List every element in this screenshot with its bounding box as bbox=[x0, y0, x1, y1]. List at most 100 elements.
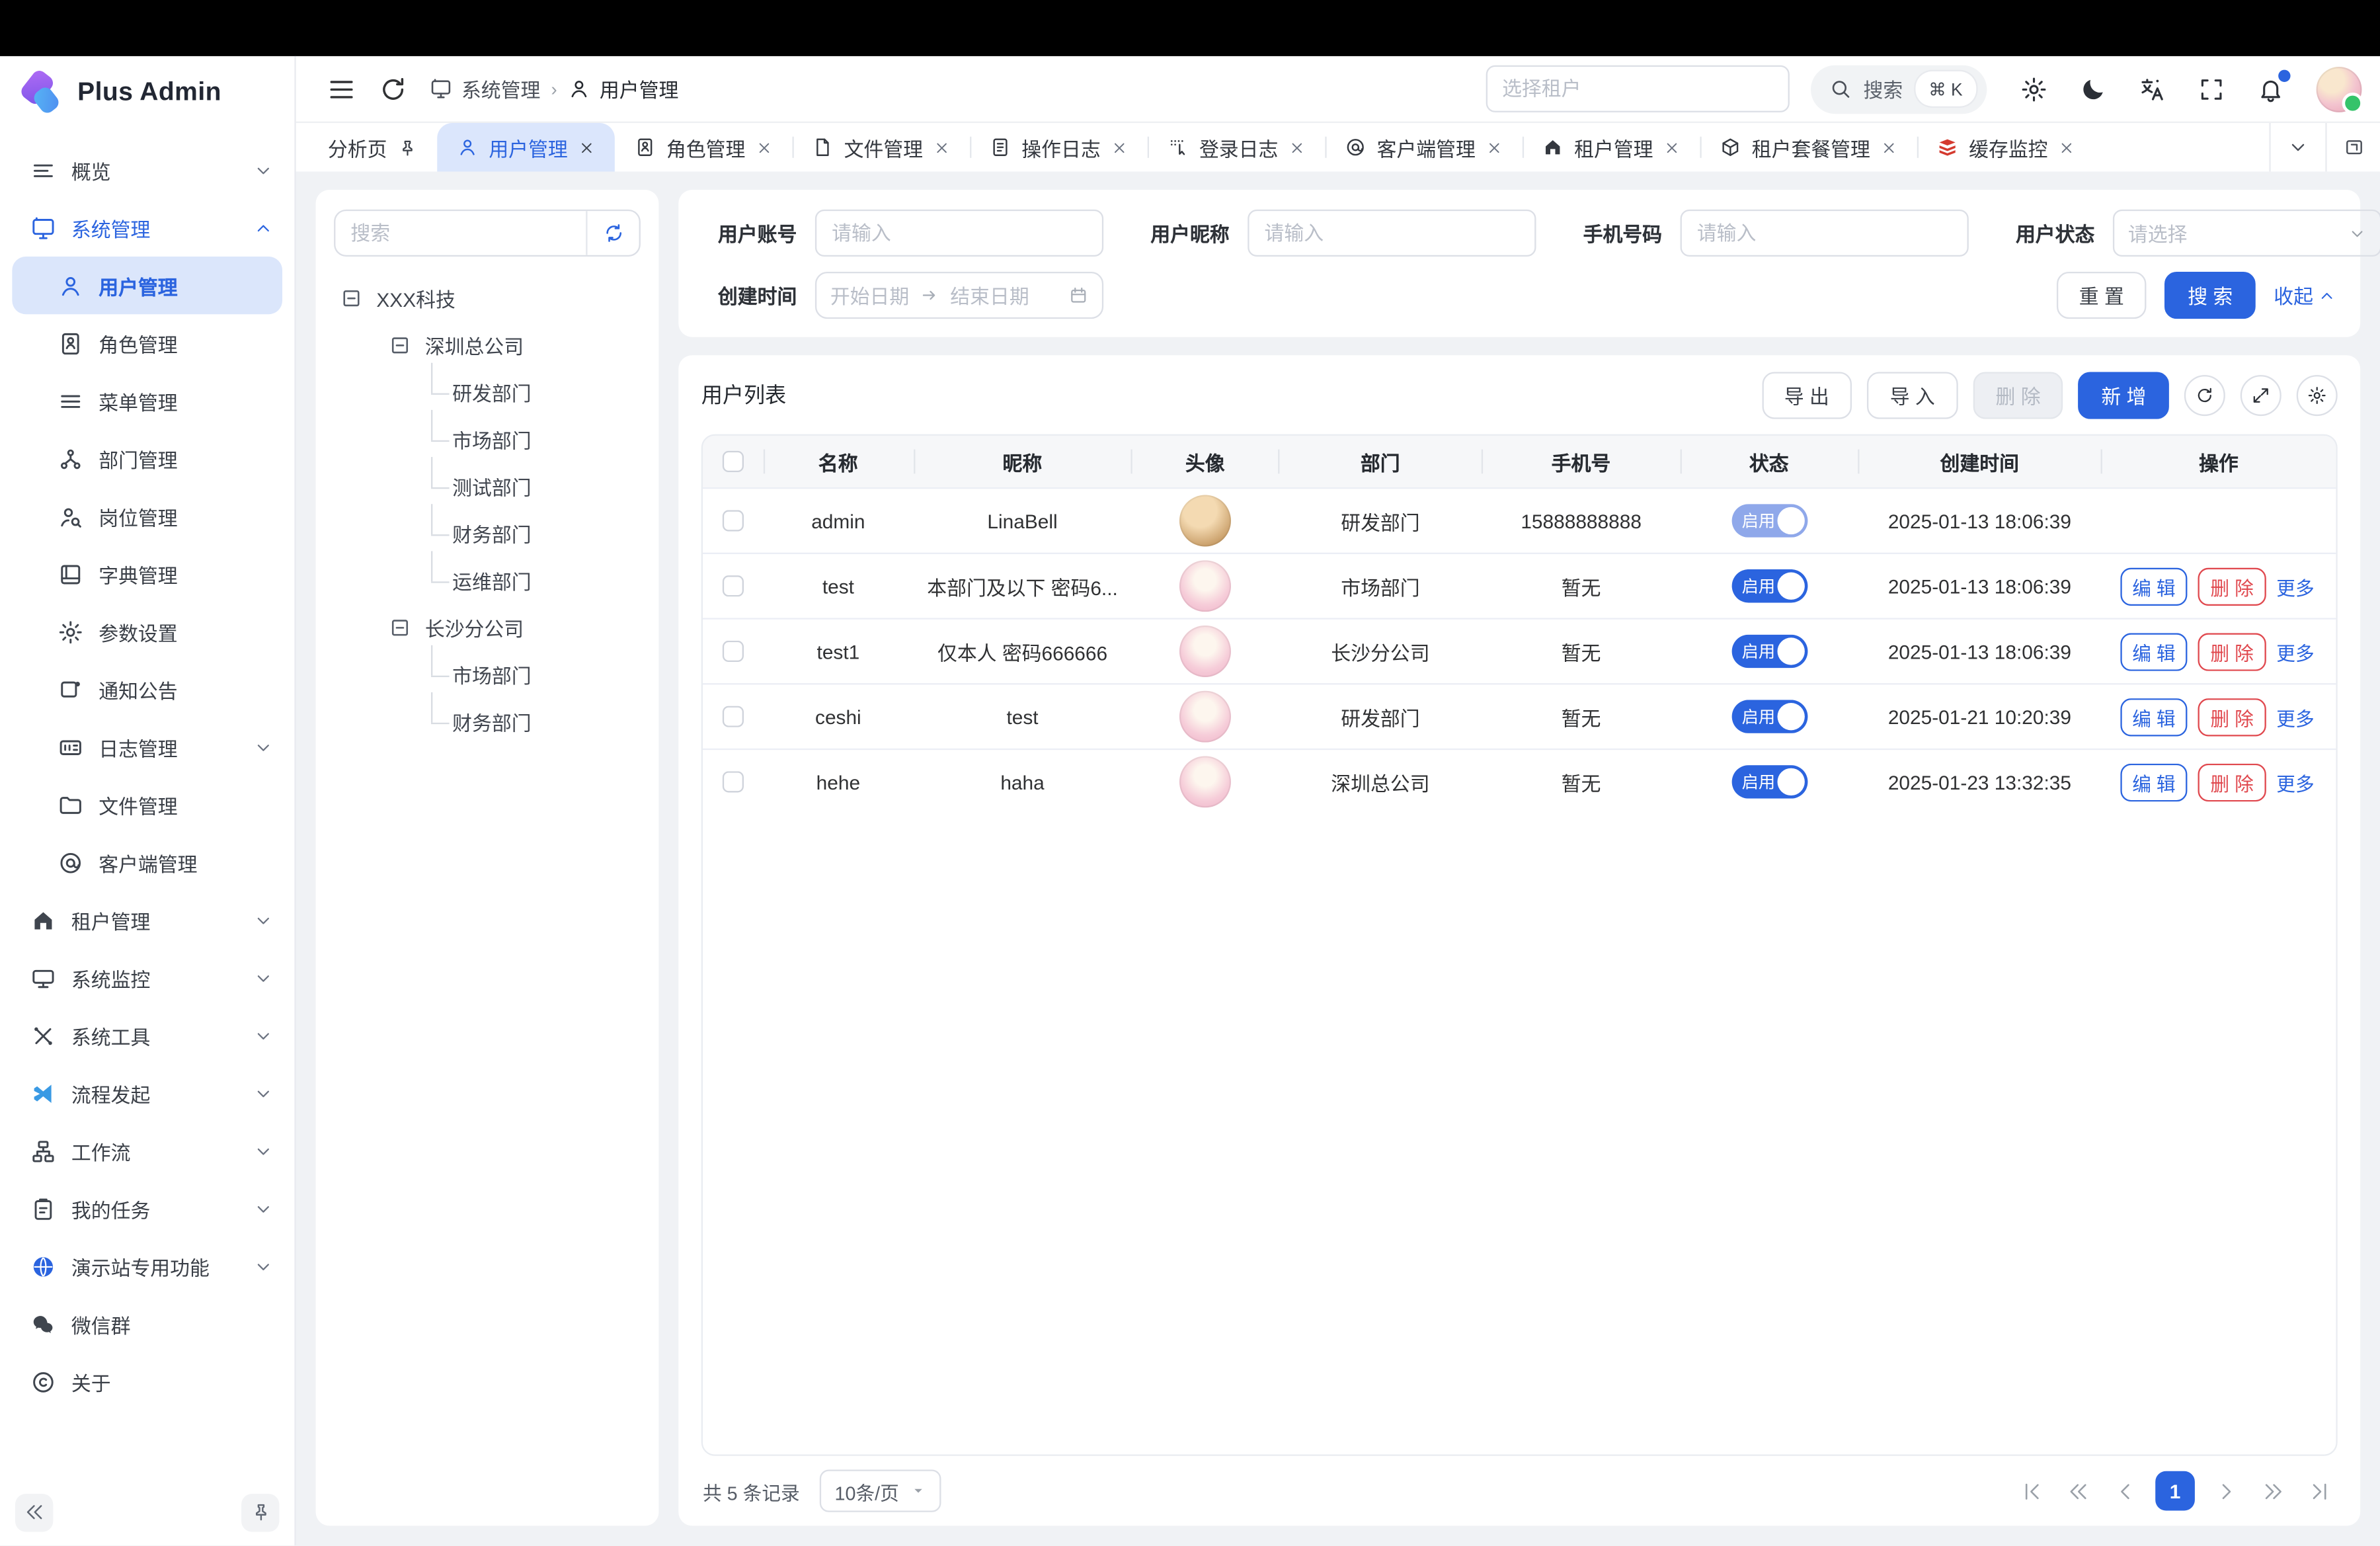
delete-button[interactable]: 删 除 bbox=[2198, 698, 2266, 735]
close-icon[interactable] bbox=[933, 139, 950, 155]
more-button[interactable]: 更多 bbox=[2274, 567, 2318, 605]
tab-登录日志[interactable]: 登录日志 bbox=[1148, 123, 1326, 171]
global-search[interactable]: 搜索 ⌘ K bbox=[1810, 65, 1987, 113]
close-icon[interactable] bbox=[1111, 139, 1128, 155]
date-range-picker[interactable]: 开始日期 结束日期 bbox=[815, 272, 1103, 319]
sidebar-item-关于[interactable]: 关于 bbox=[0, 1353, 294, 1410]
search-button[interactable]: 搜 索 bbox=[2165, 272, 2256, 319]
table-settings-button[interactable] bbox=[2297, 374, 2338, 415]
language-translate-icon[interactable] bbox=[2139, 75, 2166, 102]
close-icon[interactable] bbox=[2059, 139, 2075, 155]
settings-gear-icon[interactable] bbox=[2020, 75, 2047, 102]
more-button[interactable]: 更多 bbox=[2274, 763, 2318, 801]
row-checkbox[interactable] bbox=[722, 706, 743, 727]
collapse-node-icon[interactable] bbox=[389, 616, 411, 639]
last-page-button[interactable] bbox=[2303, 1474, 2336, 1508]
tab-用户管理[interactable]: 用户管理 bbox=[437, 123, 615, 171]
current-page-button[interactable]: 1 bbox=[2155, 1471, 2195, 1511]
sidebar-item-字典管理[interactable]: 字典管理 bbox=[0, 545, 294, 602]
tree-node-长沙分公司[interactable]: 长沙分公司 bbox=[334, 604, 641, 651]
first-page-button[interactable] bbox=[2014, 1474, 2048, 1508]
sidebar-pin-button[interactable] bbox=[241, 1493, 279, 1531]
sidebar-item-文件管理[interactable]: 文件管理 bbox=[0, 776, 294, 833]
tab-操作日志[interactable]: 操作日志 bbox=[970, 123, 1148, 171]
sidebar-item-系统工具[interactable]: 系统工具 bbox=[0, 1006, 294, 1064]
tree-node-财务部门[interactable]: 财务部门 bbox=[334, 510, 641, 557]
edit-button[interactable]: 编 辑 bbox=[2120, 763, 2188, 801]
sidebar-item-我的任务[interactable]: 我的任务 bbox=[0, 1180, 294, 1237]
next-page-button[interactable] bbox=[2209, 1474, 2242, 1508]
select-all-checkbox[interactable] bbox=[722, 451, 743, 472]
close-icon[interactable] bbox=[578, 139, 595, 155]
fullscreen-icon[interactable] bbox=[2198, 75, 2225, 102]
table-fullscreen-button[interactable] bbox=[2241, 374, 2281, 415]
collapse-node-icon[interactable] bbox=[389, 334, 411, 356]
jump-back-button[interactable] bbox=[2061, 1474, 2095, 1508]
tree-node-研发部门[interactable]: 研发部门 bbox=[334, 369, 641, 416]
close-icon[interactable] bbox=[1664, 139, 1681, 155]
status-toggle[interactable]: 启用 bbox=[1731, 635, 1807, 669]
sidebar-item-概览[interactable]: 概览 bbox=[0, 142, 294, 199]
import-button[interactable]: 导 入 bbox=[1867, 371, 1958, 418]
user-status-select[interactable]: 请选择 bbox=[2113, 210, 2380, 257]
row-checkbox[interactable] bbox=[722, 510, 743, 531]
sidebar-item-菜单管理[interactable]: 菜单管理 bbox=[0, 372, 294, 430]
sidebar-collapse-button[interactable] bbox=[15, 1493, 53, 1531]
collapse-node-icon[interactable] bbox=[340, 287, 362, 309]
user-avatar[interactable] bbox=[2317, 66, 2362, 112]
delete-button[interactable]: 删 除 bbox=[2198, 763, 2266, 801]
menu-toggle-button[interactable] bbox=[327, 73, 357, 104]
add-button[interactable]: 新 增 bbox=[2079, 371, 2169, 418]
sidebar-item-参数设置[interactable]: 参数设置 bbox=[0, 602, 294, 660]
tab-角色管理[interactable]: 角色管理 bbox=[615, 123, 793, 171]
edit-button[interactable]: 编 辑 bbox=[2120, 698, 2188, 735]
tree-node-市场部门[interactable]: 市场部门 bbox=[334, 416, 641, 463]
tree-node-XXX科技[interactable]: XXX科技 bbox=[334, 275, 641, 322]
tree-search-input[interactable] bbox=[335, 222, 586, 244]
tab-租户管理[interactable]: 租户管理 bbox=[1523, 123, 1700, 171]
sidebar-item-租户管理[interactable]: 租户管理 bbox=[0, 891, 294, 949]
table-refresh-button[interactable] bbox=[2184, 374, 2225, 415]
close-icon[interactable] bbox=[756, 139, 772, 155]
tab-客户端管理[interactable]: 客户端管理 bbox=[1326, 123, 1523, 171]
breadcrumb-item[interactable]: 系统管理 bbox=[430, 75, 541, 104]
row-checkbox[interactable] bbox=[722, 771, 743, 792]
tabs-dropdown-button[interactable] bbox=[2271, 123, 2326, 171]
delete-button[interactable]: 删 除 bbox=[2198, 567, 2266, 605]
sidebar-item-部门管理[interactable]: 部门管理 bbox=[0, 430, 294, 487]
status-toggle[interactable]: 启用 bbox=[1731, 700, 1807, 733]
tree-node-测试部门[interactable]: 测试部门 bbox=[334, 463, 641, 510]
dark-mode-moon-icon[interactable] bbox=[2079, 75, 2106, 102]
status-toggle[interactable]: 启用 bbox=[1731, 569, 1807, 603]
content-fullscreen-button[interactable] bbox=[2325, 123, 2380, 171]
user-account-input[interactable] bbox=[815, 210, 1103, 257]
tab-分析页[interactable]: 分析页 bbox=[308, 123, 437, 171]
tree-node-市场部门[interactable]: 市场部门 bbox=[334, 651, 641, 698]
sidebar-item-流程发起[interactable]: 流程发起 bbox=[0, 1064, 294, 1121]
row-checkbox[interactable] bbox=[722, 641, 743, 662]
collapse-filters-button[interactable]: 收起 bbox=[2274, 281, 2336, 310]
more-button[interactable]: 更多 bbox=[2274, 698, 2318, 735]
sidebar-item-岗位管理[interactable]: 岗位管理 bbox=[0, 487, 294, 545]
status-toggle[interactable]: 启用 bbox=[1731, 504, 1807, 538]
delete-button[interactable]: 删 除 bbox=[2198, 632, 2266, 670]
more-button[interactable]: 更多 bbox=[2274, 632, 2318, 670]
export-button[interactable]: 导 出 bbox=[1761, 371, 1852, 418]
sidebar-item-用户管理[interactable]: 用户管理 bbox=[12, 257, 282, 314]
close-icon[interactable] bbox=[1289, 139, 1305, 155]
reset-button[interactable]: 重 置 bbox=[2056, 272, 2147, 319]
sidebar-item-微信群[interactable]: 微信群 bbox=[0, 1295, 294, 1352]
bulk-delete-button[interactable]: 删 除 bbox=[1973, 371, 2063, 418]
status-toggle[interactable]: 启用 bbox=[1731, 765, 1807, 799]
jump-forward-button[interactable] bbox=[2256, 1474, 2289, 1508]
prev-page-button[interactable] bbox=[2108, 1474, 2142, 1508]
sidebar-item-通知公告[interactable]: 通知公告 bbox=[0, 661, 294, 718]
page-size-select[interactable]: 10条/页 bbox=[820, 1469, 942, 1512]
edit-button[interactable]: 编 辑 bbox=[2120, 567, 2188, 605]
edit-button[interactable]: 编 辑 bbox=[2120, 632, 2188, 670]
sidebar-item-系统监控[interactable]: 系统监控 bbox=[0, 949, 294, 1006]
sidebar-item-客户端管理[interactable]: 客户端管理 bbox=[0, 833, 294, 891]
phone-number-input[interactable] bbox=[1681, 210, 1969, 257]
sidebar-item-系统管理[interactable]: 系统管理 bbox=[0, 199, 294, 257]
user-nickname-input[interactable] bbox=[1248, 210, 1536, 257]
